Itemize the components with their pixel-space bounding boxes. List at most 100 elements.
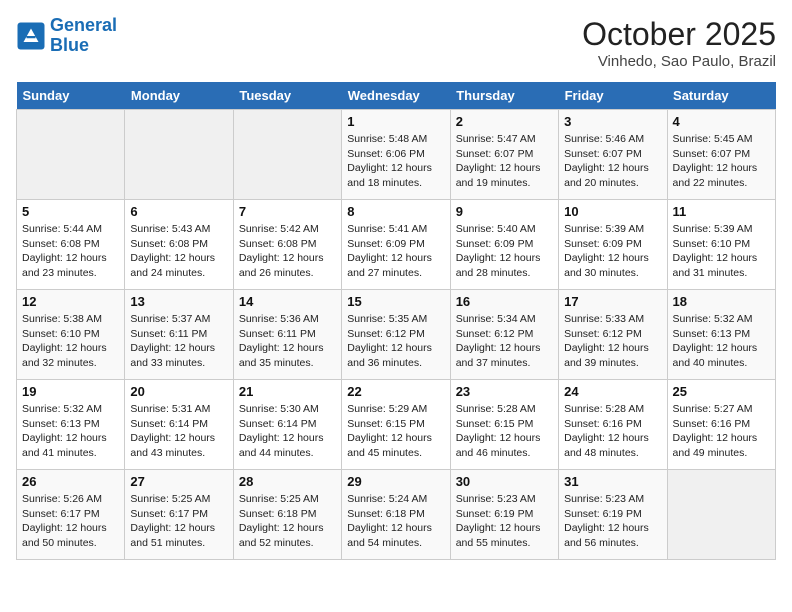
day-number: 27 bbox=[130, 474, 227, 489]
day-cell: 11 Sunrise: 5:39 AMSunset: 6:10 PMDayligh… bbox=[667, 200, 775, 290]
day-cell: 2Sunrise: 5:47 AMSunset: 6:07 PMDaylight… bbox=[450, 110, 558, 200]
day-info: Sunrise: 5:41 AMSunset: 6:09 PMDaylight:… bbox=[347, 222, 444, 281]
day-cell bbox=[125, 110, 233, 200]
header-friday: Friday bbox=[559, 82, 667, 110]
day-number: 15 bbox=[347, 294, 444, 309]
day-number: 3 bbox=[564, 114, 661, 129]
day-cell: 22Sunrise: 5:29 AMSunset: 6:15 PMDayligh… bbox=[342, 380, 450, 470]
day-info: Sunrise: 5:27 AMSunset: 6:16 PMDaylight:… bbox=[673, 402, 770, 461]
week-row-3: 19 Sunrise: 5:32 AMSunset: 6:13 PMDayligh… bbox=[17, 380, 776, 470]
day-number: 14 bbox=[239, 294, 336, 309]
day-info: Sunrise: 5:23 AMSunset: 6:19 PMDaylight:… bbox=[456, 492, 553, 551]
calendar-header-row: SundayMondayTuesdayWednesdayThursdayFrid… bbox=[17, 82, 776, 110]
day-number: 30 bbox=[456, 474, 553, 489]
day-info: Sunrise: 5:36 AMSunset: 6:11 PMDaylight:… bbox=[239, 312, 336, 371]
day-cell: 29 Sunrise: 5:24 AMSunset: 6:18 PMDayligh… bbox=[342, 470, 450, 560]
day-info: Sunrise: 5:25 AMSunset: 6:17 PMDaylight:… bbox=[130, 492, 227, 551]
page-header: General Blue October 2025 Vinhedo, Sao P… bbox=[16, 16, 776, 70]
day-cell: 1 Sunrise: 5:48 AMSunset: 6:06 PMDaylight… bbox=[342, 110, 450, 200]
day-cell: 7Sunrise: 5:42 AMSunset: 6:08 PMDaylight… bbox=[233, 200, 341, 290]
week-row-2: 12 Sunrise: 5:38 AMSunset: 6:10 PMDayligh… bbox=[17, 290, 776, 380]
day-info: Sunrise: 5:45 AMSunset: 6:07 PMDaylight:… bbox=[673, 132, 770, 191]
day-info: Sunrise: 5:44 AMSunset: 6:08 PMDaylight:… bbox=[22, 222, 119, 281]
day-cell: 5 Sunrise: 5:44 AMSunset: 6:08 PMDaylight… bbox=[17, 200, 125, 290]
day-info: Sunrise: 5:39 AMSunset: 6:09 PMDaylight:… bbox=[564, 222, 661, 281]
day-cell bbox=[667, 470, 775, 560]
day-info: Sunrise: 5:34 AMSunset: 6:12 PMDaylight:… bbox=[456, 312, 553, 371]
day-cell: 18Sunrise: 5:32 AMSunset: 6:13 PMDayligh… bbox=[667, 290, 775, 380]
day-number: 21 bbox=[239, 384, 336, 399]
day-number: 19 bbox=[22, 384, 119, 399]
day-info: Sunrise: 5:47 AMSunset: 6:07 PMDaylight:… bbox=[456, 132, 553, 191]
day-info: Sunrise: 5:37 AMSunset: 6:11 PMDaylight:… bbox=[130, 312, 227, 371]
day-number: 12 bbox=[22, 294, 119, 309]
day-info: Sunrise: 5:30 AMSunset: 6:14 PMDaylight:… bbox=[239, 402, 336, 461]
calendar-table: SundayMondayTuesdayWednesdayThursdayFrid… bbox=[16, 82, 776, 560]
day-number: 17 bbox=[564, 294, 661, 309]
day-number: 25 bbox=[673, 384, 770, 399]
day-info: Sunrise: 5:31 AMSunset: 6:14 PMDaylight:… bbox=[130, 402, 227, 461]
day-number: 8 bbox=[347, 204, 444, 219]
day-number: 6 bbox=[130, 204, 227, 219]
day-cell: 20 Sunrise: 5:31 AMSunset: 6:14 PMDayligh… bbox=[125, 380, 233, 470]
day-number: 31 bbox=[564, 474, 661, 489]
day-info: Sunrise: 5:23 AMSunset: 6:19 PMDaylight:… bbox=[564, 492, 661, 551]
day-cell: 31 Sunrise: 5:23 AMSunset: 6:19 PMDayligh… bbox=[559, 470, 667, 560]
header-saturday: Saturday bbox=[667, 82, 775, 110]
day-cell: 14 Sunrise: 5:36 AMSunset: 6:11 PMDayligh… bbox=[233, 290, 341, 380]
day-cell: 30 Sunrise: 5:23 AMSunset: 6:19 PMDayligh… bbox=[450, 470, 558, 560]
day-cell: 16 Sunrise: 5:34 AMSunset: 6:12 PMDayligh… bbox=[450, 290, 558, 380]
day-cell bbox=[233, 110, 341, 200]
month-title: October 2025 bbox=[582, 16, 776, 53]
logo-text: General Blue bbox=[50, 16, 117, 56]
week-row-4: 26 Sunrise: 5:26 AMSunset: 6:17 PMDayligh… bbox=[17, 470, 776, 560]
day-info: Sunrise: 5:48 AMSunset: 6:06 PMDaylight:… bbox=[347, 132, 444, 191]
logo: General Blue bbox=[16, 16, 117, 56]
day-info: Sunrise: 5:28 AMSunset: 6:16 PMDaylight:… bbox=[564, 402, 661, 461]
day-number: 11 bbox=[673, 204, 770, 219]
day-number: 28 bbox=[239, 474, 336, 489]
header-monday: Monday bbox=[125, 82, 233, 110]
day-number: 29 bbox=[347, 474, 444, 489]
day-info: Sunrise: 5:26 AMSunset: 6:17 PMDaylight:… bbox=[22, 492, 119, 551]
day-cell: 4 Sunrise: 5:45 AMSunset: 6:07 PMDaylight… bbox=[667, 110, 775, 200]
day-info: Sunrise: 5:24 AMSunset: 6:18 PMDaylight:… bbox=[347, 492, 444, 551]
day-info: Sunrise: 5:28 AMSunset: 6:15 PMDaylight:… bbox=[456, 402, 553, 461]
day-number: 5 bbox=[22, 204, 119, 219]
week-row-0: 1 Sunrise: 5:48 AMSunset: 6:06 PMDaylight… bbox=[17, 110, 776, 200]
day-number: 24 bbox=[564, 384, 661, 399]
day-cell: 15 Sunrise: 5:35 AMSunset: 6:12 PMDayligh… bbox=[342, 290, 450, 380]
day-number: 26 bbox=[22, 474, 119, 489]
day-info: Sunrise: 5:46 AMSunset: 6:07 PMDaylight:… bbox=[564, 132, 661, 191]
day-number: 23 bbox=[456, 384, 553, 399]
day-cell: 8 Sunrise: 5:41 AMSunset: 6:09 PMDaylight… bbox=[342, 200, 450, 290]
day-info: Sunrise: 5:38 AMSunset: 6:10 PMDaylight:… bbox=[22, 312, 119, 371]
day-info: Sunrise: 5:39 AMSunset: 6:10 PMDaylight:… bbox=[673, 222, 770, 281]
day-number: 4 bbox=[673, 114, 770, 129]
day-info: Sunrise: 5:43 AMSunset: 6:08 PMDaylight:… bbox=[130, 222, 227, 281]
day-cell: 17 Sunrise: 5:33 AMSunset: 6:12 PMDayligh… bbox=[559, 290, 667, 380]
day-cell bbox=[17, 110, 125, 200]
location: Vinhedo, Sao Paulo, Brazil bbox=[582, 53, 776, 70]
day-number: 18 bbox=[673, 294, 770, 309]
week-row-1: 5 Sunrise: 5:44 AMSunset: 6:08 PMDaylight… bbox=[17, 200, 776, 290]
day-number: 16 bbox=[456, 294, 553, 309]
title-block: October 2025 Vinhedo, Sao Paulo, Brazil bbox=[582, 16, 776, 70]
day-info: Sunrise: 5:32 AMSunset: 6:13 PMDaylight:… bbox=[22, 402, 119, 461]
day-number: 1 bbox=[347, 114, 444, 129]
day-cell: 27 Sunrise: 5:25 AMSunset: 6:17 PMDayligh… bbox=[125, 470, 233, 560]
day-cell: 21 Sunrise: 5:30 AMSunset: 6:14 PMDayligh… bbox=[233, 380, 341, 470]
header-thursday: Thursday bbox=[450, 82, 558, 110]
day-cell: 23 Sunrise: 5:28 AMSunset: 6:15 PMDayligh… bbox=[450, 380, 558, 470]
logo-icon bbox=[16, 21, 46, 51]
header-wednesday: Wednesday bbox=[342, 82, 450, 110]
day-number: 20 bbox=[130, 384, 227, 399]
day-cell: 26 Sunrise: 5:26 AMSunset: 6:17 PMDayligh… bbox=[17, 470, 125, 560]
day-info: Sunrise: 5:35 AMSunset: 6:12 PMDaylight:… bbox=[347, 312, 444, 371]
day-cell: 28Sunrise: 5:25 AMSunset: 6:18 PMDayligh… bbox=[233, 470, 341, 560]
day-number: 9 bbox=[456, 204, 553, 219]
day-cell: 25 Sunrise: 5:27 AMSunset: 6:16 PMDayligh… bbox=[667, 380, 775, 470]
day-info: Sunrise: 5:33 AMSunset: 6:12 PMDaylight:… bbox=[564, 312, 661, 371]
day-cell: 10Sunrise: 5:39 AMSunset: 6:09 PMDayligh… bbox=[559, 200, 667, 290]
day-info: Sunrise: 5:42 AMSunset: 6:08 PMDaylight:… bbox=[239, 222, 336, 281]
